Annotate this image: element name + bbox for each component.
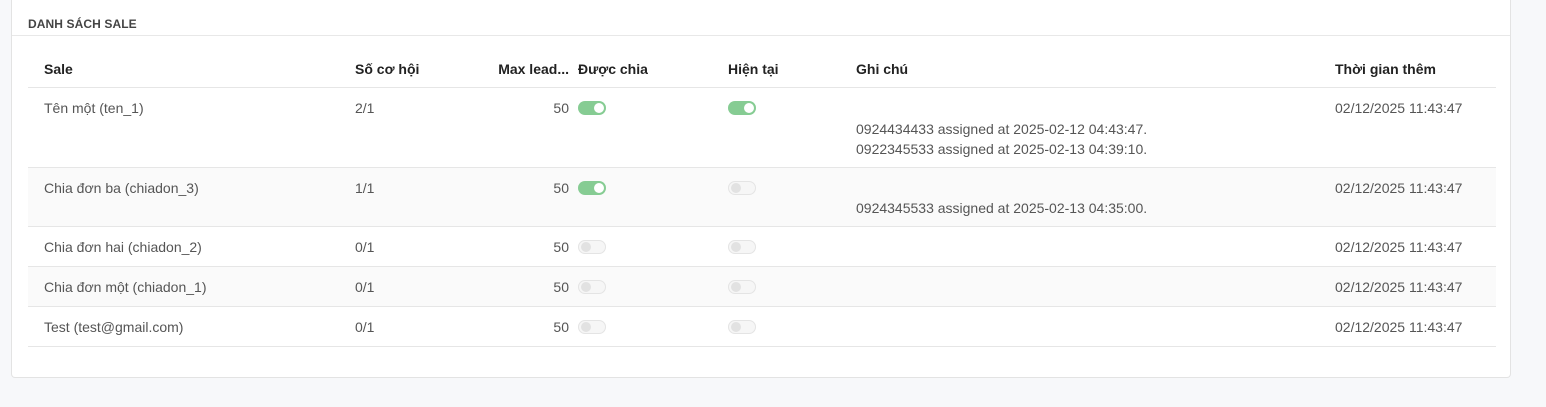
sale-name: Chia đơn hai (chiadon_2): [44, 239, 202, 255]
panel-title: DANH SÁCH SALE: [28, 17, 137, 31]
sale-list-panel: DANH SÁCH SALE Sale Số cơ hội Max lead..…: [11, 0, 1511, 378]
table-header-row: Sale Số cơ hội Max lead... Được chia Hiệ…: [28, 51, 1496, 88]
duoc-chia-toggle[interactable]: [578, 280, 606, 294]
toggle-knob: [594, 183, 604, 193]
so-co-hoi-value: 2/1: [355, 100, 375, 116]
max-lead-value: 50: [553, 239, 569, 255]
hien-tai-toggle[interactable]: [728, 280, 756, 294]
toggle-knob: [581, 322, 591, 332]
table-row: Test (test@gmail.com) 0/1 50 02/12/2025 …: [28, 307, 1496, 347]
sale-name: Test (test@gmail.com): [44, 319, 184, 335]
added-time: 02/12/2025 11:43:47: [1335, 279, 1463, 295]
sale-name: Chia đơn ba (chiadon_3): [44, 180, 199, 196]
table-row: Tên một (ten_1) 2/1 50 0924434433 assign…: [28, 88, 1496, 168]
table-row: Chia đơn hai (chiadon_2) 0/1 50 02/12/20…: [28, 227, 1496, 267]
column-header-duoc-chia[interactable]: Được chia: [578, 61, 648, 77]
toggle-knob: [581, 242, 591, 252]
column-header-ghi-chu[interactable]: Ghi chú: [856, 61, 908, 77]
added-time: 02/12/2025 11:43:47: [1335, 180, 1463, 196]
column-header-so-co-hoi[interactable]: Số cơ hội: [355, 61, 419, 77]
toggle-knob: [731, 322, 741, 332]
table-row: Chia đơn một (chiadon_1) 0/1 50 02/12/20…: [28, 267, 1496, 307]
hien-tai-toggle[interactable]: [728, 240, 756, 254]
notes-cell: 0924434433 assigned at 2025-02-12 04:43:…: [856, 119, 1147, 159]
toggle-knob: [731, 282, 741, 292]
added-time: 02/12/2025 11:43:47: [1335, 319, 1463, 335]
added-time: 02/12/2025 11:43:47: [1335, 100, 1463, 116]
note-line: 0924434433 assigned at 2025-02-12 04:43:…: [856, 121, 1148, 137]
note-line: 0922345533 assigned at 2025-02-13 04:39:…: [856, 141, 1148, 157]
panel-header: DANH SÁCH SALE: [12, 0, 1510, 36]
column-header-max-lead[interactable]: Max lead...: [498, 61, 569, 77]
toggle-knob: [744, 103, 754, 113]
table-row: Chia đơn ba (chiadon_3) 1/1 50 092434553…: [28, 168, 1496, 227]
hien-tai-toggle[interactable]: [728, 101, 756, 115]
sale-name: Chia đơn một (chiadon_1): [44, 279, 207, 295]
hien-tai-toggle[interactable]: [728, 320, 756, 334]
sale-name: Tên một (ten_1): [44, 100, 144, 116]
note-line: 0924345533 assigned at 2025-02-13 04:35:…: [856, 200, 1148, 216]
max-lead-value: 50: [553, 180, 569, 196]
duoc-chia-toggle[interactable]: [578, 101, 606, 115]
column-header-sale[interactable]: Sale: [44, 61, 73, 77]
toggle-knob: [731, 242, 741, 252]
so-co-hoi-value: 0/1: [355, 319, 375, 335]
sale-table: Sale Số cơ hội Max lead... Được chia Hiệ…: [28, 51, 1496, 347]
so-co-hoi-value: 0/1: [355, 239, 375, 255]
duoc-chia-toggle[interactable]: [578, 181, 606, 195]
added-time: 02/12/2025 11:43:47: [1335, 239, 1463, 255]
hien-tai-toggle[interactable]: [728, 181, 756, 195]
toggle-knob: [594, 103, 604, 113]
toggle-knob: [581, 282, 591, 292]
notes-cell: 0924345533 assigned at 2025-02-13 04:35:…: [856, 198, 1147, 218]
max-lead-value: 50: [553, 279, 569, 295]
column-header-thoi-gian-them[interactable]: Thời gian thêm: [1335, 61, 1436, 77]
toggle-knob: [731, 183, 741, 193]
so-co-hoi-value: 0/1: [355, 279, 375, 295]
duoc-chia-toggle[interactable]: [578, 320, 606, 334]
max-lead-value: 50: [553, 319, 569, 335]
column-header-hien-tai[interactable]: Hiện tại: [728, 61, 779, 77]
duoc-chia-toggle[interactable]: [578, 240, 606, 254]
max-lead-value: 50: [553, 100, 569, 116]
so-co-hoi-value: 1/1: [355, 180, 375, 196]
